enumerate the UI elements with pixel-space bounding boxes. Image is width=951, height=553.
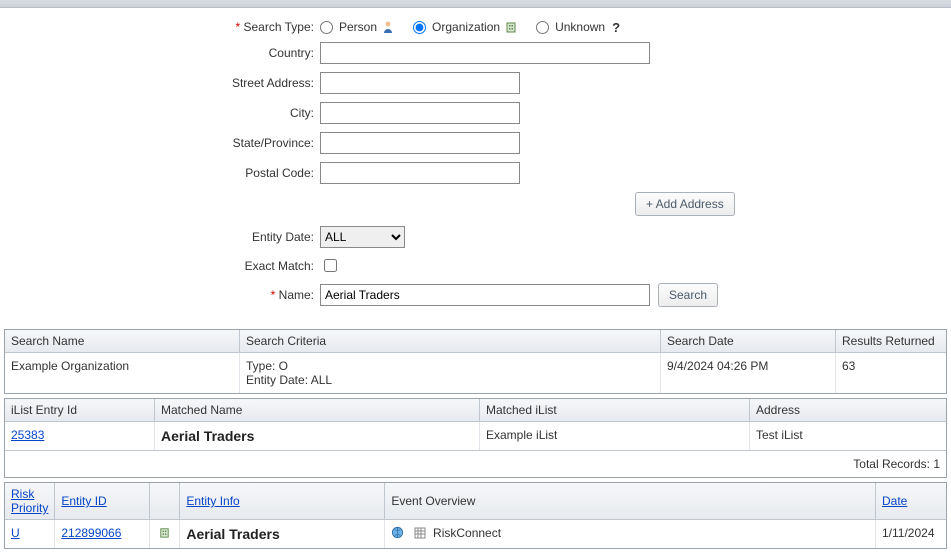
detail-cell-event: RiskConnect	[385, 520, 876, 548]
ilist-header-address[interactable]: Address	[750, 399, 946, 422]
radio-organization[interactable]: Organization	[413, 20, 518, 34]
detail-entity-info-name: Aerial Traders	[186, 526, 279, 542]
ilist-header-matched-name[interactable]: Matched Name	[155, 399, 480, 422]
ilist-cell-matched-name: Aerial Traders	[155, 422, 480, 450]
detail-cell-entity-id: 212899066	[55, 520, 150, 548]
row-entity-date: Entity Date: ALL	[10, 226, 941, 248]
search-button[interactable]: Search	[658, 283, 718, 307]
ilist-matched-name: Aerial Traders	[161, 428, 254, 444]
history-cell-results: 63	[836, 353, 946, 393]
ilist-entry-id-link[interactable]: 25383	[11, 428, 44, 442]
street-input[interactable]	[320, 72, 520, 94]
label-city: City:	[10, 106, 320, 120]
detail-header-entity-id[interactable]: Entity ID	[55, 483, 150, 520]
person-icon	[381, 20, 395, 34]
history-header-results[interactable]: Results Returned	[836, 330, 946, 353]
organization-small-icon	[158, 526, 171, 542]
label-entity-date: Entity Date:	[10, 230, 320, 244]
history-header-row: Search Name Search Criteria Search Date …	[5, 330, 946, 353]
ilist-footer-row: Total Records: 1	[5, 450, 946, 477]
search-type-radio-group: Person Organization Unknown ?	[320, 20, 623, 34]
detail-header-icon	[150, 483, 180, 520]
detail-header-entity-info-link[interactable]: Entity Info	[186, 494, 239, 508]
detail-cell-entity-info: Aerial Traders	[180, 520, 385, 548]
label-search-type: * Search Type:	[10, 20, 320, 34]
radio-organization-input[interactable]	[413, 21, 426, 34]
city-input[interactable]	[320, 102, 520, 124]
history-cell-criteria: Type: O Entity Date: ALL	[240, 353, 661, 393]
ilist-row: 25383 Aerial Traders Example iList Test …	[5, 422, 946, 450]
radio-unknown-input[interactable]	[536, 21, 549, 34]
row-state: State/Province:	[10, 132, 941, 154]
window-top-bar	[0, 0, 951, 8]
history-header-name[interactable]: Search Name	[5, 330, 240, 353]
detail-header-risk[interactable]: Risk Priority	[5, 483, 55, 520]
radio-person-label: Person	[339, 20, 377, 34]
detail-header-risk-link[interactable]: Risk Priority	[11, 487, 48, 515]
row-name: * Name: Search	[10, 283, 941, 307]
name-input[interactable]	[320, 284, 650, 306]
organization-icon	[504, 20, 518, 34]
history-row: Example Organization Type: O Entity Date…	[5, 353, 946, 393]
country-input[interactable]	[320, 42, 650, 64]
detail-event-text: RiskConnect	[433, 526, 501, 540]
label-state: State/Province:	[10, 136, 320, 150]
ilist-header-entry-id[interactable]: iList Entry Id	[5, 399, 155, 422]
history-criteria-line2: Entity Date: ALL	[246, 373, 654, 387]
detail-cell-date: 1/11/2024	[876, 520, 946, 548]
search-form: * Search Type: Person Organization Unkno…	[0, 8, 951, 325]
detail-header-date-link[interactable]: Date	[882, 494, 907, 508]
detail-cell-risk: U	[5, 520, 55, 548]
ilist-table: iList Entry Id Matched Name Matched iLis…	[4, 398, 947, 478]
row-street: Street Address:	[10, 72, 941, 94]
detail-header-event[interactable]: Event Overview	[385, 483, 876, 520]
postal-input[interactable]	[320, 162, 520, 184]
row-search-type: * Search Type: Person Organization Unkno…	[10, 20, 941, 34]
ilist-header-row: iList Entry Id Matched Name Matched iLis…	[5, 399, 946, 422]
entity-date-select[interactable]: ALL	[320, 226, 405, 248]
detail-header-row: Risk Priority Entity ID Entity Info Even…	[5, 483, 946, 520]
search-history-table: Search Name Search Criteria Search Date …	[4, 329, 947, 394]
question-icon: ?	[609, 20, 623, 34]
detail-row: U 212899066 Aerial Traders	[5, 520, 946, 548]
detail-entity-id-link[interactable]: 212899066	[61, 526, 121, 540]
label-street: Street Address:	[10, 76, 320, 90]
grid-icon	[414, 527, 426, 542]
add-address-button[interactable]: + Add Address	[635, 192, 735, 216]
history-cell-name: Example Organization	[5, 353, 240, 393]
detail-header-entity-info[interactable]: Entity Info	[180, 483, 385, 520]
row-add-address: + Add Address	[10, 192, 941, 216]
row-country: Country:	[10, 42, 941, 64]
label-postal: Postal Code:	[10, 166, 320, 180]
globe-icon	[391, 526, 404, 542]
radio-person[interactable]: Person	[320, 20, 395, 34]
row-postal: Postal Code:	[10, 162, 941, 184]
history-header-date[interactable]: Search Date	[661, 330, 836, 353]
detail-table: Risk Priority Entity ID Entity Info Even…	[4, 482, 947, 549]
radio-unknown-label: Unknown	[555, 20, 605, 34]
history-criteria-line1: Type: O	[246, 359, 654, 373]
ilist-total-records: Total Records: 1	[5, 450, 946, 477]
radio-unknown[interactable]: Unknown ?	[536, 20, 623, 34]
ilist-cell-address: Test iList	[750, 422, 946, 450]
row-city: City:	[10, 102, 941, 124]
ilist-cell-entry-id: 25383	[5, 422, 155, 450]
radio-person-input[interactable]	[320, 21, 333, 34]
history-cell-date: 9/4/2024 04:26 PM	[661, 353, 836, 393]
exact-match-checkbox[interactable]	[324, 259, 337, 272]
detail-header-entity-id-link[interactable]: Entity ID	[61, 494, 106, 508]
label-name: * Name:	[10, 288, 320, 302]
detail-cell-type-icon	[150, 520, 180, 548]
state-input[interactable]	[320, 132, 520, 154]
row-exact-match: Exact Match:	[10, 256, 941, 275]
ilist-cell-matched-ilist: Example iList	[480, 422, 750, 450]
ilist-header-matched-ilist[interactable]: Matched iList	[480, 399, 750, 422]
label-country: Country:	[10, 46, 320, 60]
radio-organization-label: Organization	[432, 20, 500, 34]
label-exact-match: Exact Match:	[10, 259, 320, 273]
history-header-criteria[interactable]: Search Criteria	[240, 330, 661, 353]
detail-risk-link[interactable]: U	[11, 526, 20, 540]
detail-header-date[interactable]: Date	[876, 483, 946, 520]
